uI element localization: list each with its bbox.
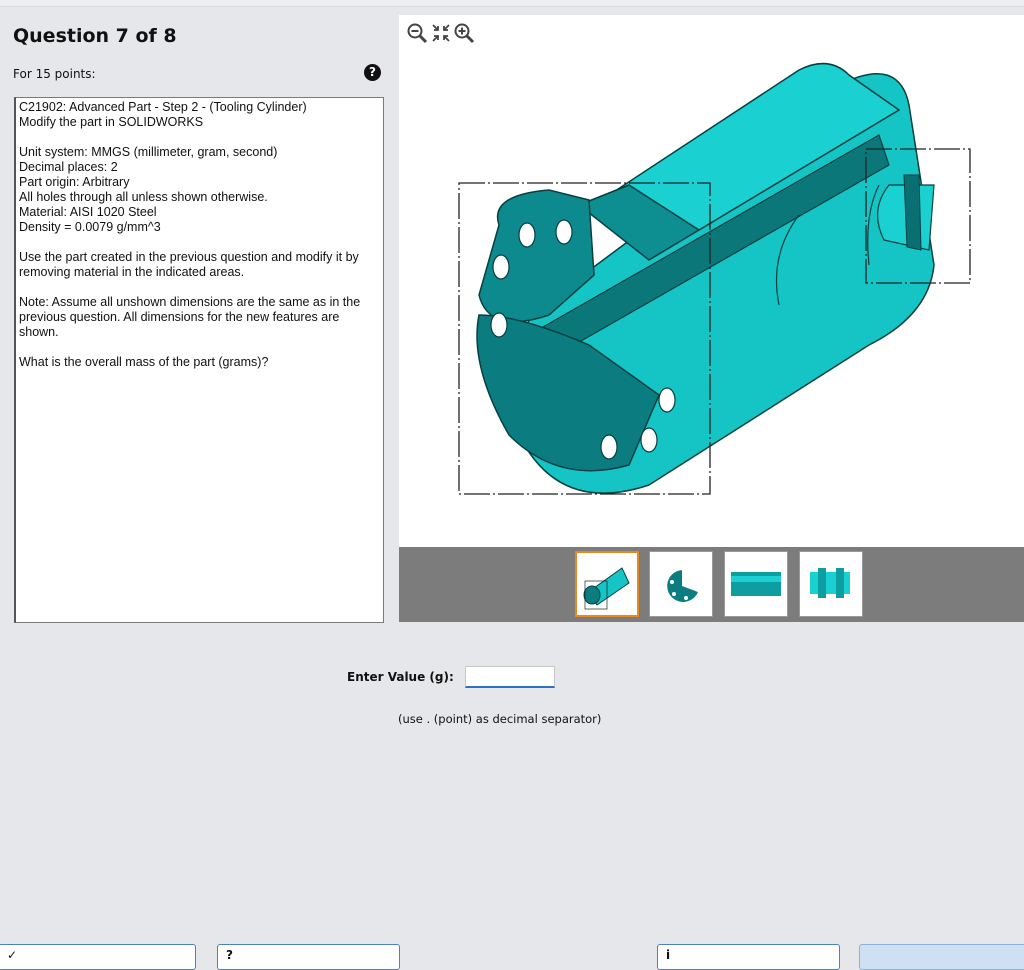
part-drawing-image bbox=[458, 62, 971, 495]
question-paragraph: What is the overall mass of the part (gr… bbox=[19, 355, 269, 369]
thumbnail-strip bbox=[399, 547, 1024, 622]
previous-question-button[interactable]: ✓ bbox=[0, 944, 196, 970]
question-paragraph: Use the part created in the previous que… bbox=[19, 250, 359, 279]
info-button[interactable]: i bbox=[657, 944, 840, 970]
thumbnail-1-image bbox=[583, 567, 630, 610]
next-question-button[interactable] bbox=[859, 944, 1024, 970]
question-mark-icon: ? bbox=[226, 948, 233, 962]
answer-label: Enter Value (g): bbox=[347, 670, 454, 684]
question-title: Question 7 of 8 bbox=[13, 25, 177, 47]
question-paragraph: Note: Assume all unshown dimensions are … bbox=[19, 295, 361, 339]
thumbnail-3-image bbox=[731, 572, 781, 596]
question-paragraph: C21902: Advanced Part - Step 2 - (Toolin… bbox=[19, 100, 307, 129]
points-label: For 15 points: bbox=[13, 67, 96, 81]
info-icon: i bbox=[666, 948, 671, 962]
thumbnail-4-image bbox=[810, 568, 850, 598]
thumbnail-2[interactable] bbox=[649, 551, 713, 617]
thumbnail-4[interactable] bbox=[799, 551, 863, 617]
thumbnail-3[interactable] bbox=[724, 551, 788, 617]
answer-value-input[interactable] bbox=[465, 666, 555, 688]
flag-question-button[interactable]: ? bbox=[217, 944, 400, 970]
image-viewer[interactable] bbox=[399, 15, 1024, 547]
window-top-strip bbox=[0, 0, 1024, 7]
checkmark-icon: ✓ bbox=[7, 948, 18, 962]
thumbnail-2-image bbox=[667, 570, 698, 602]
help-icon[interactable]: ? bbox=[364, 64, 381, 81]
decimal-separator-hint: (use . (point) as decimal separator) bbox=[398, 712, 602, 726]
question-paragraph: Unit system: MMGS (millimeter, gram, sec… bbox=[19, 145, 278, 234]
thumbnail-1[interactable] bbox=[575, 551, 639, 617]
question-text-box: C21902: Advanced Part - Step 2 - (Toolin… bbox=[14, 97, 384, 623]
